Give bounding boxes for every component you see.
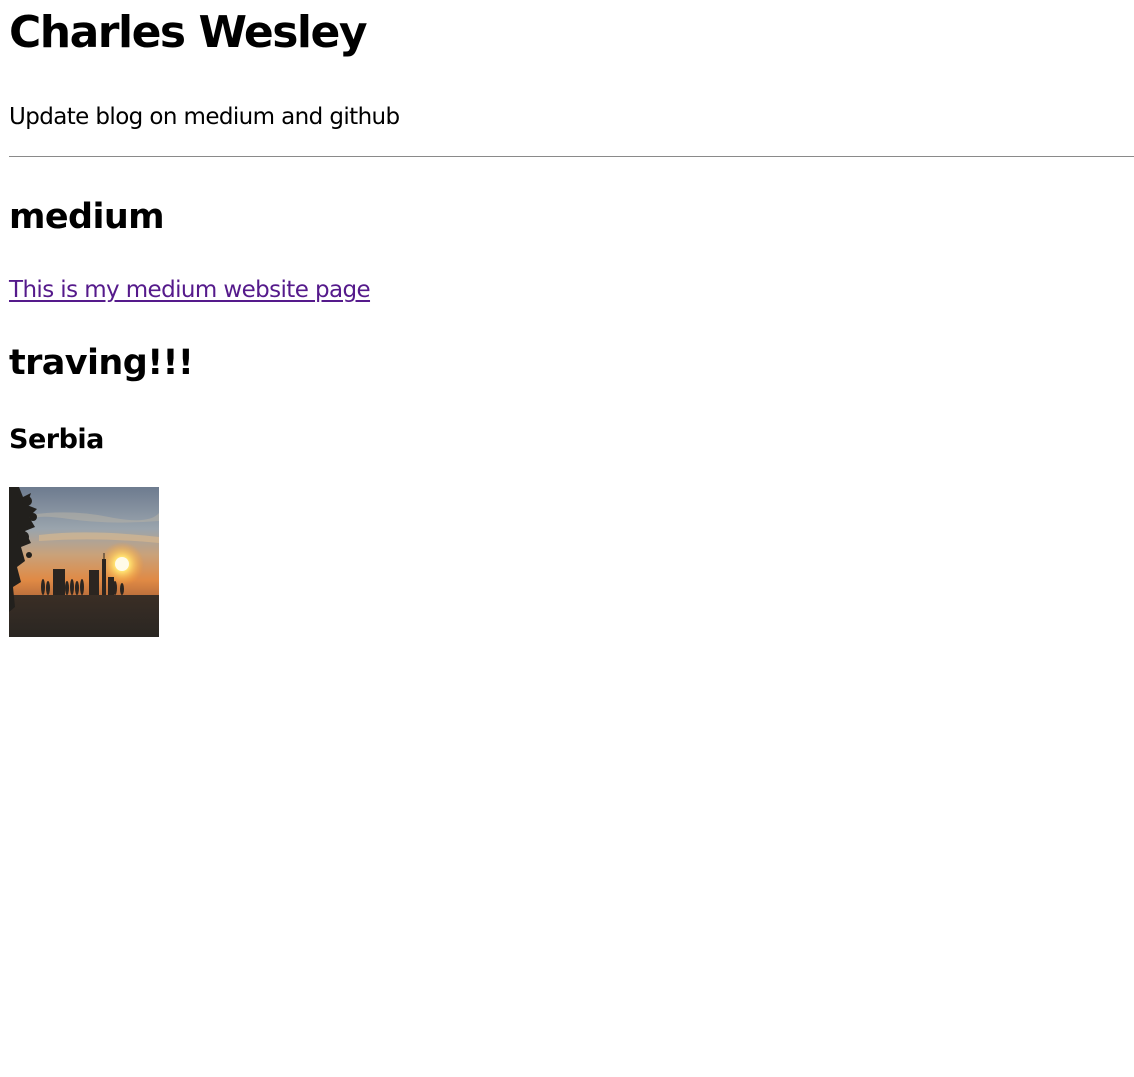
medium-link[interactable]: This is my medium website page [9, 274, 371, 306]
sunset-photo [9, 487, 159, 637]
medium-heading: medium [9, 197, 165, 237]
site-title: Charles Wesley [9, 7, 368, 58]
serbia-heading: Serbia [9, 424, 104, 455]
page: Charles Wesley Update blog on medium and… [0, 0, 1134, 1077]
site-subtitle: Update blog on medium and github [9, 104, 400, 130]
travel-heading: traving!!! [9, 343, 194, 383]
divider [9, 156, 1134, 157]
